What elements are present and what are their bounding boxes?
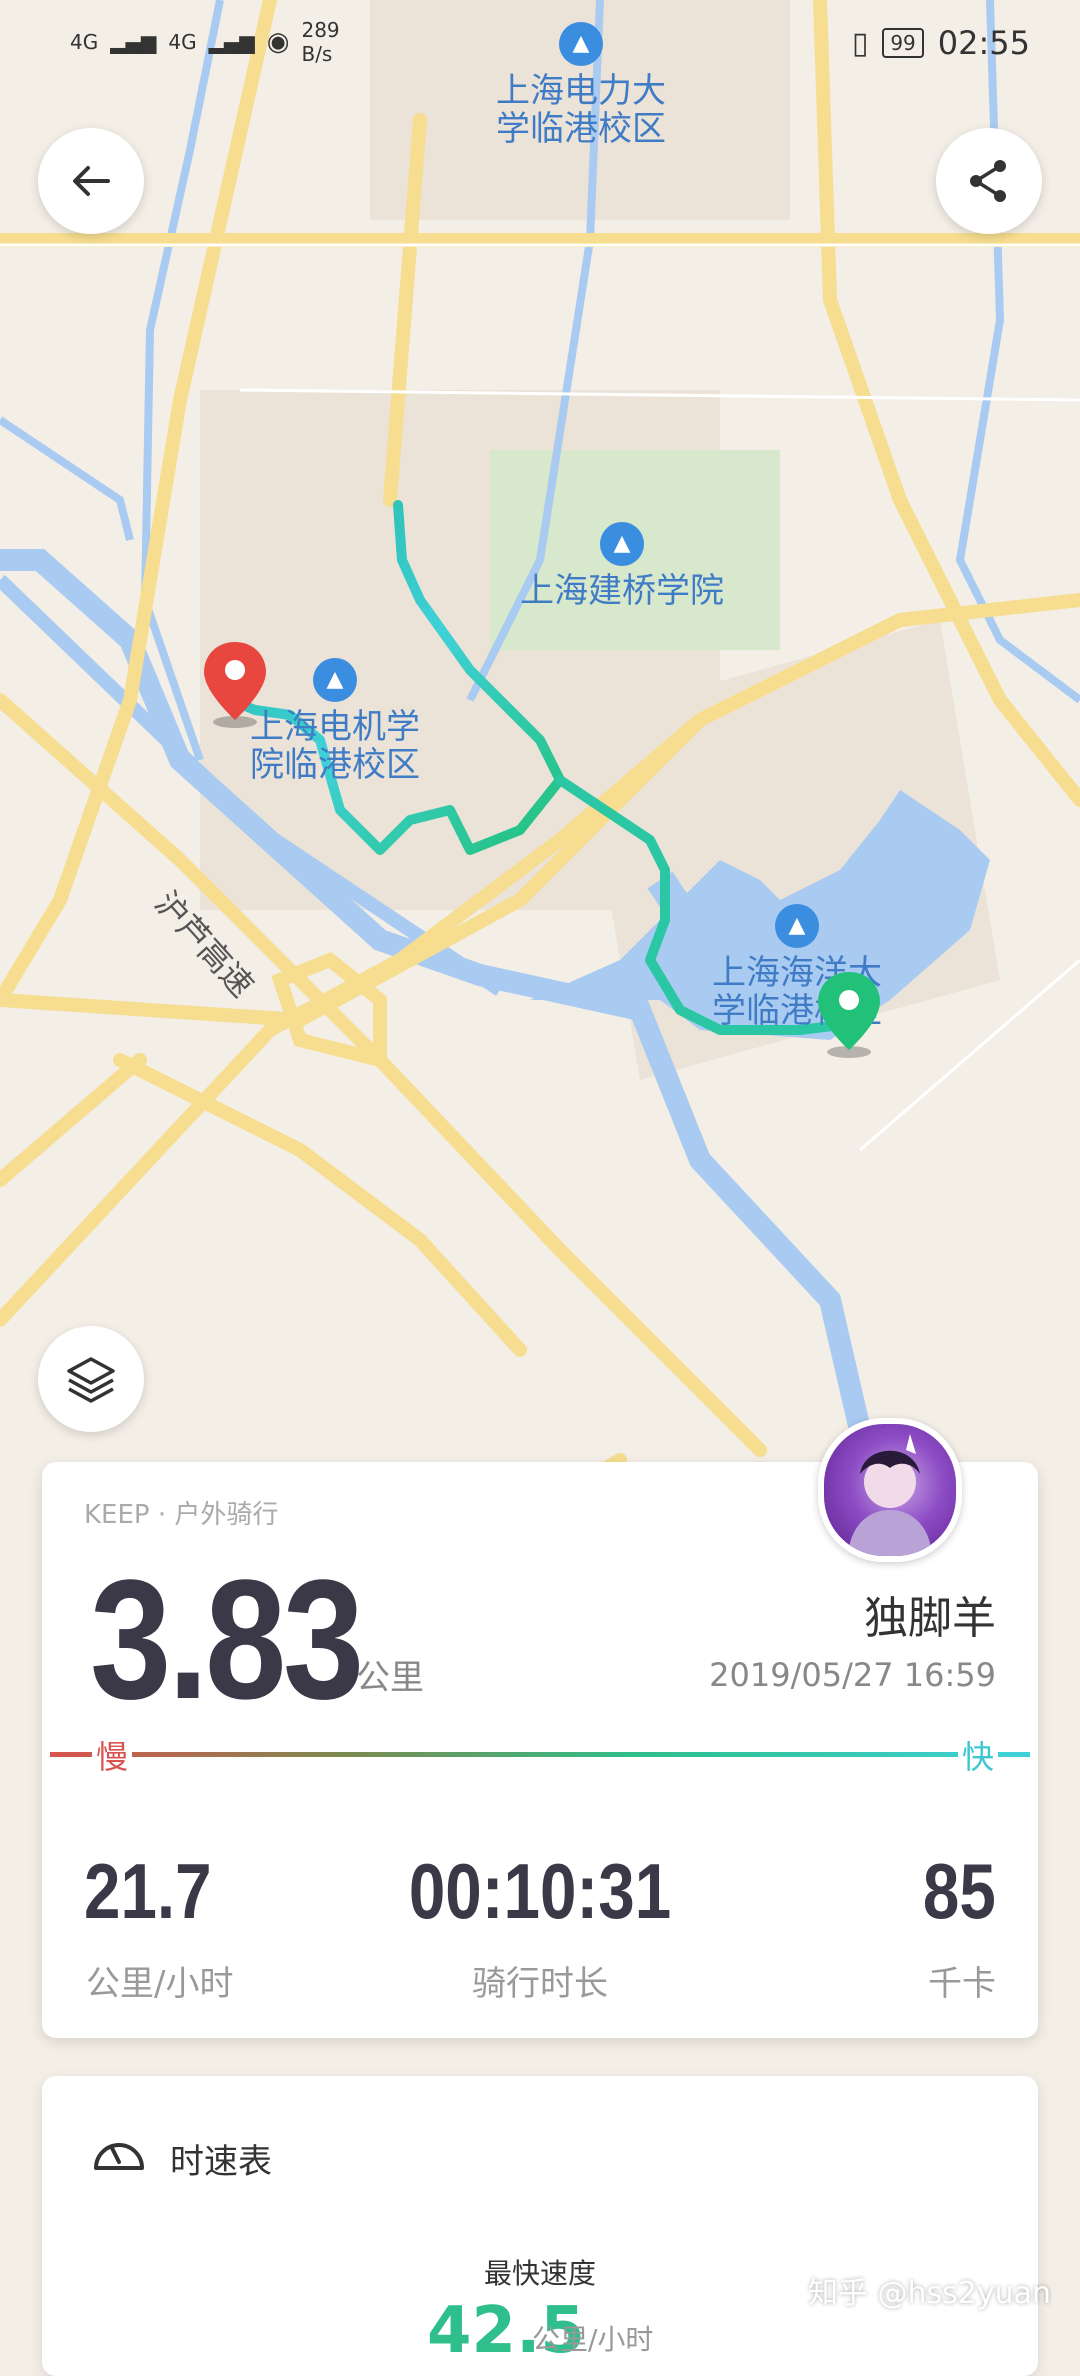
status-bar: 4G ▂▄▆ 4G ▂▄▆ ◉ 289 B/s ▯ 99 02:55 — [0, 0, 1080, 90]
poi-label: 院临港校区 — [250, 745, 420, 785]
poi-label: 上海电机学 — [250, 707, 420, 747]
slow-label: 慢 — [92, 1732, 133, 1778]
duration-label: 骑行时长 — [472, 1964, 608, 2004]
net-speed-value: 289 — [301, 18, 340, 42]
back-button[interactable] — [38, 128, 144, 234]
network-type: 4G — [168, 30, 197, 54]
distance-value: 3.83 — [90, 1545, 364, 1735]
clock: 02:55 — [937, 24, 1030, 62]
fastest-speed-unit: 公里/小时 — [532, 2323, 654, 2356]
calories-label: 千卡 — [928, 1964, 996, 2004]
watermark: 知乎 @hss2yuan — [808, 2276, 1052, 2311]
school-icon: ▲ — [775, 904, 819, 948]
end-marker-icon[interactable] — [814, 970, 884, 1060]
battery-icon: 99 — [882, 28, 924, 58]
school-icon: ▲ — [313, 658, 357, 702]
user-name: 独脚羊 — [864, 1593, 996, 1644]
net-speed-unit: B/s — [301, 42, 333, 66]
ride-date: 2019/05/27 16:59 — [709, 1656, 996, 1694]
share-icon — [970, 160, 1006, 202]
wifi-icon: ◉ — [266, 27, 290, 57]
distance-unit: 公里 — [356, 1658, 424, 1698]
fast-label: 快 — [957, 1732, 998, 1778]
poi-sdju[interactable]: ▲ 上海电机学 院临港校区 — [250, 658, 420, 784]
vibrate-icon: ▯ — [851, 25, 869, 61]
layers-icon — [67, 1357, 115, 1403]
source-label: KEEP · 户外骑行 — [84, 1500, 279, 1530]
signal-icon: ▂▄▆ — [110, 30, 157, 54]
speed-color-bar — [50, 1752, 1030, 1757]
start-marker-icon[interactable] — [200, 640, 270, 730]
avatar-image — [848, 1434, 932, 1556]
calories-value: 85 — [923, 1847, 996, 1935]
speedometer-title: 时速表 — [170, 2142, 272, 2182]
duration-value: 00:10:31 — [408, 1847, 672, 1935]
poi-gench[interactable]: ▲ 上海建桥学院 — [520, 522, 724, 610]
network-type: 4G — [70, 30, 99, 54]
layers-button[interactable] — [38, 1326, 144, 1432]
poi-label: 学临港校区 — [496, 109, 666, 149]
signal-icon: ▂▄▆ — [208, 30, 255, 54]
share-button[interactable] — [936, 128, 1042, 234]
school-icon: ▲ — [600, 522, 644, 566]
speedometer-icon — [94, 2143, 144, 2170]
avatar[interactable] — [818, 1418, 962, 1562]
poi-label: 上海建桥学院 — [520, 571, 724, 611]
battery-level: 99 — [890, 31, 916, 55]
back-arrow-icon — [73, 166, 110, 196]
speedometer-card: 时速表 最快速度 42.5 公里/小时 — [42, 2076, 1038, 2376]
